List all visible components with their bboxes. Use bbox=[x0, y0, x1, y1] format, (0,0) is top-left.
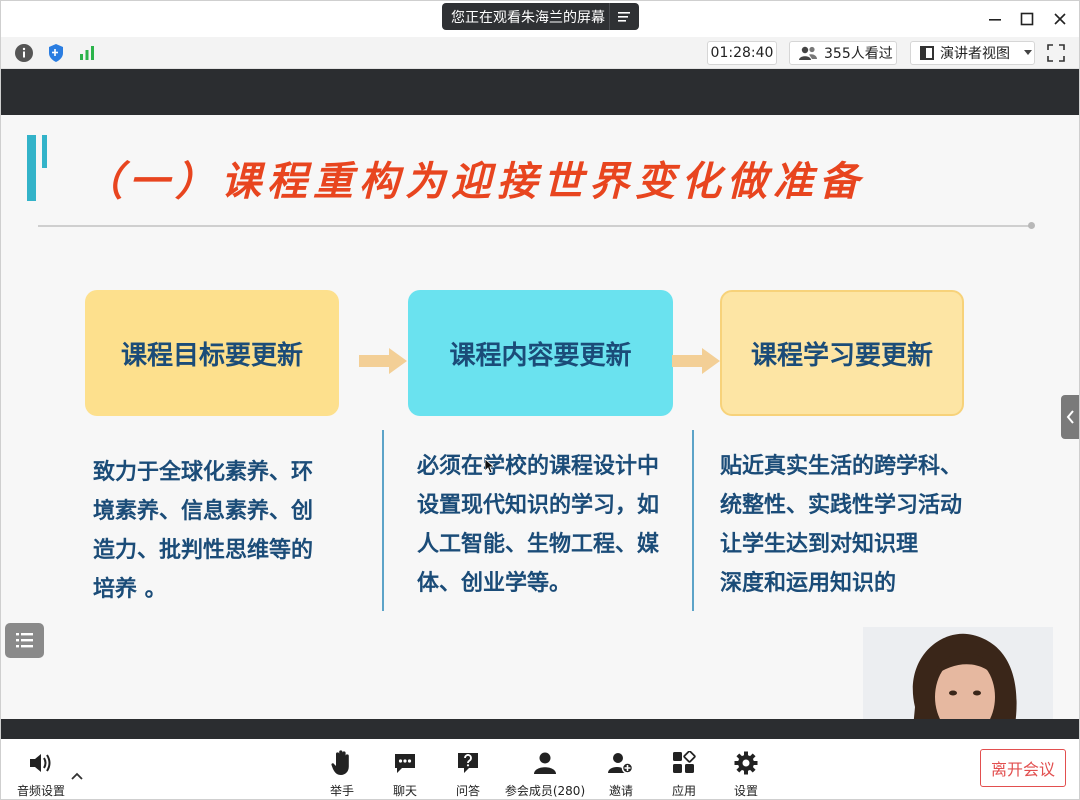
text-line: 深度和运用知识的 bbox=[720, 571, 897, 596]
content-update-box: 课程内容要更新 bbox=[408, 290, 673, 416]
slide-title: （一）课程重构为迎接世界变化做准备 bbox=[83, 158, 865, 205]
viewers-icon bbox=[798, 45, 818, 61]
meeting-timer: 01:28:40 bbox=[707, 41, 777, 65]
leave-meeting-button[interactable]: 离开会议 bbox=[980, 749, 1066, 787]
settings-label: 设置 bbox=[733, 784, 758, 798]
column-divider bbox=[382, 430, 384, 611]
question-bubble-icon bbox=[454, 749, 482, 777]
goal-update-box: 课程目标要更新 bbox=[85, 290, 339, 416]
invite-user-icon bbox=[607, 749, 635, 777]
arrow-right-icon bbox=[672, 348, 720, 374]
chat-label: 聊天 bbox=[392, 784, 417, 798]
audio-settings-label: 音频设置 bbox=[16, 784, 65, 798]
column-divider bbox=[692, 430, 694, 611]
fullscreen-icon[interactable] bbox=[1045, 42, 1067, 64]
text-line: 必须在学校的课程设计中 bbox=[417, 454, 660, 479]
content-description: 必须在学校的课程设计中 设置现代知识的学习，如 人工智能、生物工程、媒 体、创业… bbox=[417, 447, 679, 603]
signal-strength-icon[interactable] bbox=[76, 42, 98, 64]
viewer-count-text: 355人看过 bbox=[824, 46, 893, 62]
text-line: 体、创业学等。 bbox=[417, 571, 572, 596]
participants-label: 参会成员(280) bbox=[504, 784, 586, 798]
content-update-label: 课程内容要更新 bbox=[449, 340, 632, 371]
hand-icon bbox=[328, 749, 356, 777]
share-menu-icon[interactable] bbox=[609, 3, 639, 30]
participants-icon bbox=[531, 749, 559, 777]
presenter-webcam[interactable] bbox=[863, 627, 1053, 719]
title-divider bbox=[38, 225, 1033, 227]
title-accent-bar-small bbox=[42, 135, 47, 168]
list-icon bbox=[16, 633, 33, 648]
learning-update-box: 课程学习要更新 bbox=[720, 290, 964, 416]
qa-label: 问答 bbox=[455, 784, 480, 798]
view-mode-dropdown[interactable]: 演讲者视图 bbox=[910, 41, 1035, 65]
goal-description: 致力于全球化素养、环 境素养、信息素养、创 造力、批判性思维等的 培养 。 bbox=[93, 453, 355, 609]
screen-share-text: 您正在观看朱海兰的屏幕 bbox=[451, 9, 605, 26]
meeting-controls-bar: 音频设置 举手 聊天 问答 参会成员(280) 邀请 应用 设置 离开会议 bbox=[1, 739, 1079, 799]
text-line: 贴近真实生活的跨学科、 bbox=[720, 454, 963, 479]
security-shield-icon[interactable] bbox=[45, 42, 67, 64]
arrow-right-icon bbox=[359, 348, 407, 374]
speaker-icon bbox=[27, 749, 55, 777]
settings-button[interactable]: 设置 bbox=[706, 749, 786, 799]
share-top-border bbox=[1, 69, 1079, 115]
gear-icon bbox=[732, 749, 760, 777]
chevron-up-icon[interactable] bbox=[71, 765, 83, 784]
qa-button[interactable]: 问答 bbox=[428, 749, 508, 799]
apps-grid-icon bbox=[670, 749, 698, 777]
meeting-toolbar: 01:28:40 355人看过 演讲者视图 bbox=[1, 37, 1079, 69]
apps-label: 应用 bbox=[671, 784, 696, 798]
speaker-view-icon bbox=[919, 45, 935, 61]
learning-description: 贴近真实生活的跨学科、 统整性、实践性学习活动 让学生达到对知识理 深度和运用知… bbox=[720, 447, 980, 603]
shared-slide: （一）课程重构为迎接世界变化做准备 课程目标要更新 课程内容要更新 课程学习要更… bbox=[1, 115, 1079, 719]
raise-hand-label: 举手 bbox=[329, 784, 354, 798]
view-mode-label: 演讲者视图 bbox=[940, 46, 1010, 62]
invite-label: 邀请 bbox=[608, 784, 633, 798]
meeting-window: 您正在观看朱海兰的屏幕 01:28:40 355人看过 演讲者视图 （一）课程重… bbox=[0, 0, 1080, 800]
text-line: 造力、批判性思维等的 bbox=[93, 538, 314, 563]
participants-button[interactable]: 参会成员(280) bbox=[505, 749, 585, 799]
screen-share-notice: 您正在观看朱海兰的屏幕 bbox=[442, 3, 639, 30]
side-panel-toggle[interactable] bbox=[1061, 395, 1079, 439]
text-line: 致力于全球化素养、环 bbox=[93, 460, 314, 485]
timer-text: 01:28:40 bbox=[710, 45, 774, 61]
chevron-left-icon bbox=[1066, 410, 1074, 424]
text-line: 人工智能、生物工程、媒 bbox=[417, 532, 660, 557]
mouse-cursor-icon bbox=[485, 459, 495, 473]
chat-bubble-icon bbox=[391, 749, 419, 777]
goal-update-label: 课程目标要更新 bbox=[120, 340, 303, 371]
text-line: 设置现代知识的学习，如 bbox=[417, 493, 660, 518]
chevron-down-icon bbox=[1024, 50, 1032, 56]
minimize-icon[interactable] bbox=[983, 7, 1007, 31]
share-bottom-border bbox=[1, 719, 1079, 739]
maximize-icon[interactable] bbox=[1015, 7, 1039, 31]
viewer-count[interactable]: 355人看过 bbox=[789, 41, 897, 65]
text-line: 培养 。 bbox=[93, 577, 167, 602]
title-accent-bar bbox=[27, 135, 36, 201]
presenter-video-image bbox=[863, 627, 1053, 719]
divider-end-dot bbox=[1028, 222, 1035, 229]
slide-list-button[interactable] bbox=[5, 623, 44, 658]
title-bar: 您正在观看朱海兰的屏幕 bbox=[1, 1, 1079, 37]
text-line: 让学生达到对知识理 bbox=[720, 532, 919, 557]
close-icon[interactable] bbox=[1048, 7, 1072, 31]
learning-update-label: 课程学习要更新 bbox=[750, 340, 933, 371]
text-line: 统整性、实践性学习活动 bbox=[720, 493, 963, 518]
audio-settings-button[interactable]: 音频设置 bbox=[1, 749, 81, 799]
text-line: 境素养、信息素养、创 bbox=[93, 499, 314, 524]
info-icon[interactable] bbox=[13, 42, 35, 64]
